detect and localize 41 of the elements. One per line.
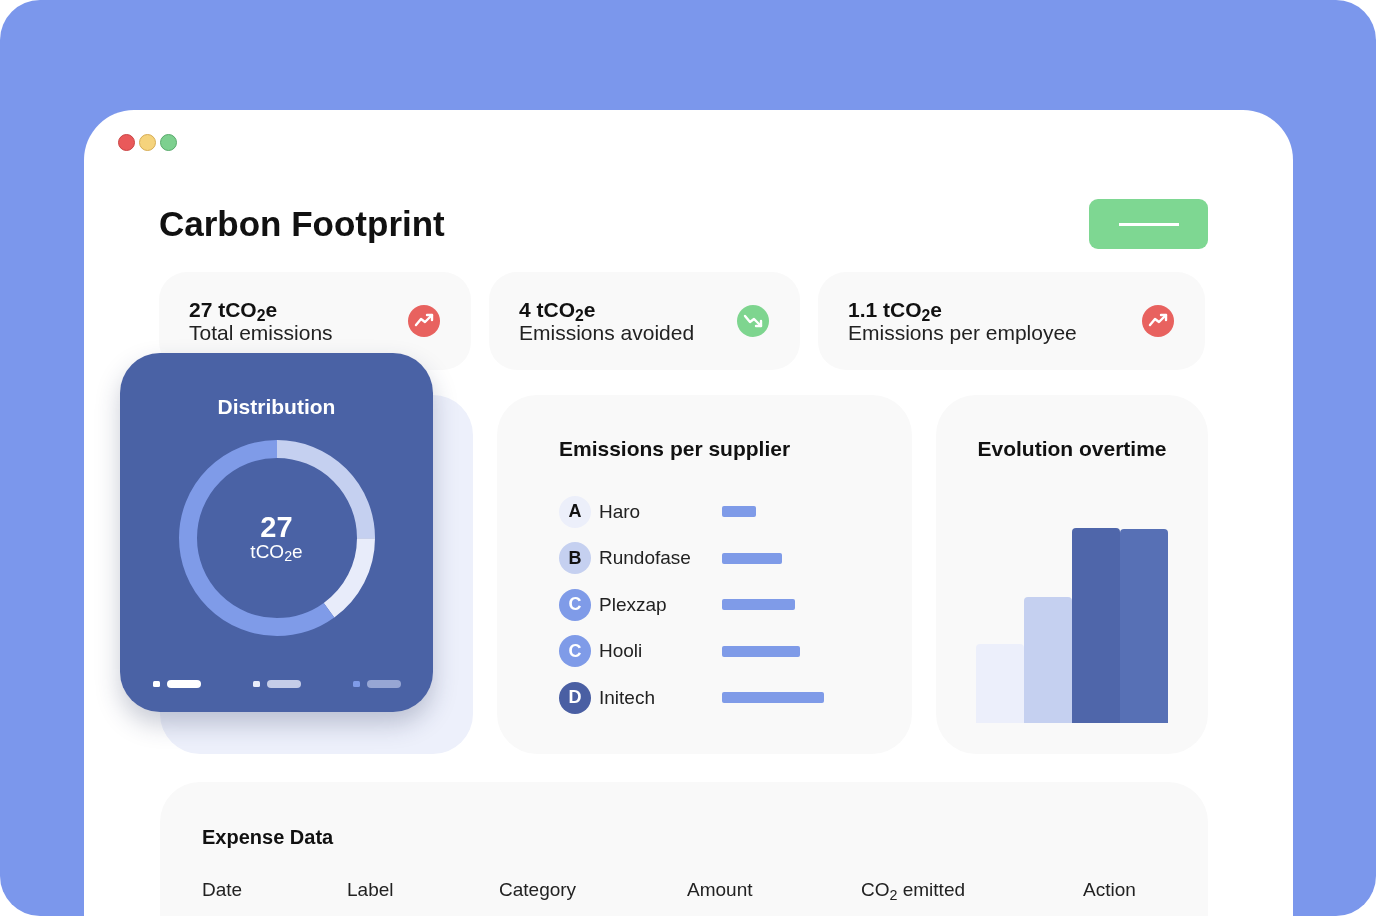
column-header: Category [499,879,577,900]
supplier-name: Plexzap [599,592,668,617]
close-button[interactable] [118,134,135,151]
column-header: CO$_{2}$ emitted [861,879,966,900]
column-header: Date [202,879,243,900]
stat-value: 27 tCO$_{2}$e [189,297,279,321]
column-header: Label [347,879,394,900]
trend-down-icon [736,304,770,338]
stat-value: 4 tCO$_{2}$e [519,297,597,321]
stat-value: 1.1 tCO$_{2}$e [848,297,943,321]
grade-badge: A [559,495,591,528]
page-title: Carbon Footprint [159,203,445,245]
grade-badge: C [559,635,591,668]
card-title: Distribution [217,394,336,420]
card-title: Evolution overtime [977,436,1167,462]
emission-bar [722,506,756,518]
stat-label: Total emissions [189,321,333,345]
supplier-name: Rundofase [599,546,692,570]
supplier-name: Haro [599,499,642,524]
action-button[interactable] [1089,199,1208,249]
supplier-name: Initech [599,685,656,710]
trend-up-icon [1141,304,1175,338]
column-header: Amount [687,879,753,900]
legend-key-drawing [352,680,401,688]
grade-badge: D [559,681,591,714]
grade-badge: C [559,588,591,621]
total-value: 27 [259,512,294,542]
trend-up-icon [407,304,441,338]
stat-label: Emissions avoided [519,321,695,345]
total-unit: tCO$_{2}$e [250,541,303,563]
card-title: Expense Data [202,825,335,850]
column-header: Action [1083,879,1136,900]
legend-key-drawing [252,680,301,688]
zoom-button[interactable] [160,134,177,151]
stat-label: Emissions per employee [848,321,1077,345]
grade-badge: B [559,542,591,575]
minimize-button[interactable] [139,134,156,151]
supplier-name: Hooli [599,639,644,663]
emission-bar [722,552,782,564]
legend-key-drawing [152,680,201,688]
card-title: Emissions per supplier [559,436,792,462]
